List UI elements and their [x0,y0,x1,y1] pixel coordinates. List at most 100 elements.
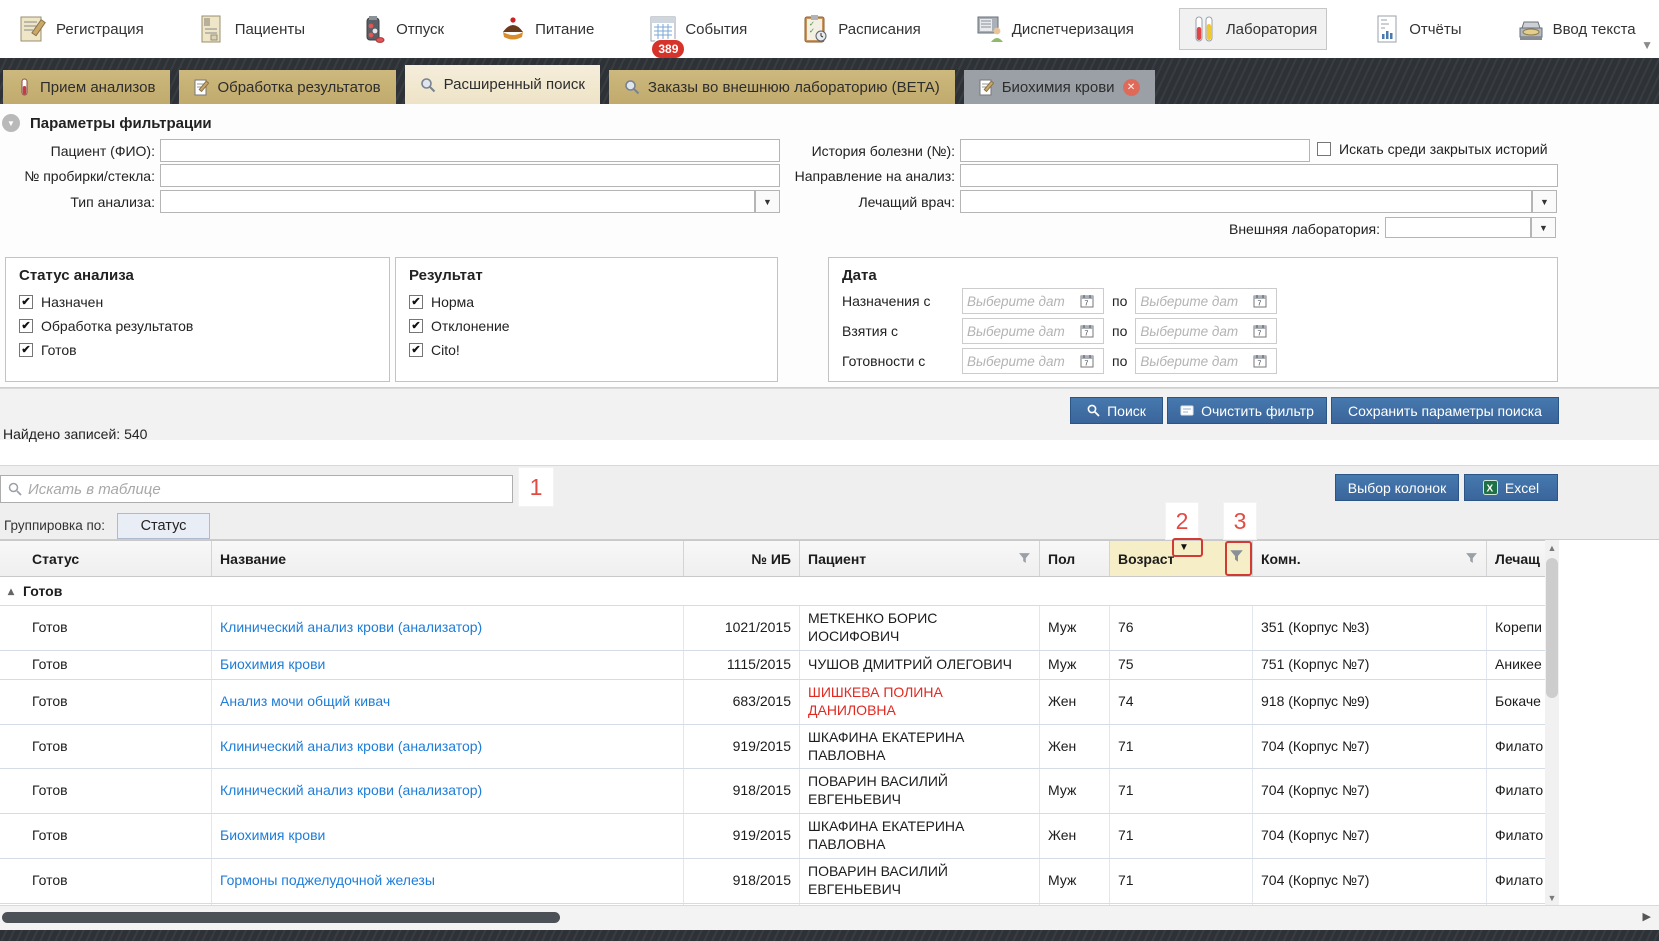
result-checkbox-cito[interactable]: ✔ Cito! [409,342,460,358]
analysis-link[interactable]: Клинический анализ крови (анализатор) [212,606,684,650]
toolbar-item-pharmacy[interactable]: Отпуск [350,9,453,49]
column-header-sex[interactable]: Пол [1040,541,1110,576]
column-header-patient[interactable]: Пациент [800,541,1040,576]
toolbar-item-reports[interactable]: Отчёты [1363,9,1470,49]
cell-age: 71 [1110,725,1253,769]
date-input[interactable] [967,324,1077,339]
clear-filter-button[interactable]: Очистить фильтр [1167,397,1327,424]
save-search-params-button[interactable]: Сохранить параметры поиска [1331,397,1559,424]
grouping-chip-status[interactable]: Статус [117,513,210,539]
table-row[interactable]: Готов Биохимия крови 1115/2015 ЧУШОВ ДМИ… [0,651,1545,680]
date-input[interactable] [967,354,1077,369]
column-header-ib[interactable]: № ИБ [684,541,800,576]
filter-funnel-icon[interactable] [1018,552,1031,565]
toolbar-item-laboratory[interactable]: Лаборатория [1179,8,1327,50]
table-row[interactable]: Готов Клинический анализ крови (анализат… [0,769,1545,814]
tab-result-processing[interactable]: Обработка результатов [179,70,395,104]
column-header-status[interactable]: Статус [24,541,212,576]
tab-blood-biochemistry[interactable]: Биохимия крови ✕ [964,70,1155,104]
status-checkbox-processing[interactable]: ✔ Обработка результатов [19,318,193,334]
attending-doctor-dropdown[interactable]: ▼ [1532,190,1557,213]
toolbar-item-schedules[interactable]: ✓✓ Расписания [792,9,929,49]
table-search-box[interactable] [0,475,513,503]
attending-doctor-label: Лечащий врач: [805,194,955,210]
filter-funnel-icon[interactable] [1465,552,1478,565]
table-row[interactable]: Готов Гормоны поджелудочной железы 918/2… [0,859,1545,904]
toolbar-item-food[interactable]: Питание [489,9,603,49]
toolbar-item-patients[interactable]: Пациенты [189,9,314,49]
referral-input[interactable] [960,164,1558,187]
toolbar-item-dispatch[interactable]: Диспетчеризация [966,9,1143,49]
date-taken-from[interactable]: 7 [962,318,1104,344]
analysis-type-dropdown[interactable]: ▼ [755,190,780,213]
tab-analysis-intake[interactable]: Прием анализов [3,70,170,104]
column-header-room[interactable]: Комн. [1253,541,1487,576]
tab-external-lab-orders[interactable]: Заказы во внешнюю лабораторию (BETA) [609,70,955,104]
column-header-doctor[interactable]: Лечащ [1487,541,1545,576]
date-groupbox: Дата Назначения с 7 по 7 Взятия с 7 [828,257,1558,382]
svg-text:✓: ✓ [809,28,815,35]
calendar-picker-icon[interactable]: 7 [1080,294,1094,308]
tab-advanced-search[interactable]: Расширенный поиск [405,65,600,104]
collapse-group-icon[interactable]: ▴ [8,584,14,598]
scroll-right-icon[interactable]: ▶ [1643,910,1651,923]
result-checkbox-norm[interactable]: ✔ Норма [409,294,474,310]
analysis-link[interactable]: Гормоны поджелудочной железы [212,859,684,903]
attending-doctor-input[interactable] [960,190,1532,213]
toolbar-item-text-entry[interactable]: Ввод текста [1507,9,1645,49]
date-input[interactable] [967,294,1077,309]
date-taken-to[interactable]: 7 [1135,318,1277,344]
external-lab-label: Внешняя лаборатория: [1160,221,1380,237]
case-history-input[interactable] [960,139,1310,162]
vertical-scrollbar[interactable]: ▲ ▼ [1545,540,1559,905]
column-header-name[interactable]: Название [212,541,684,576]
calendar-picker-icon[interactable]: 7 [1253,324,1267,338]
excel-export-button[interactable]: X Excel [1464,474,1558,501]
calendar-picker-icon[interactable]: 7 [1080,324,1094,338]
date-ready-to[interactable]: 7 [1135,348,1277,374]
external-lab-select[interactable] [1385,217,1531,238]
analysis-link[interactable]: Клинический анализ крови (анализатор) [212,769,684,813]
excel-button-label: Excel [1505,480,1539,496]
date-input[interactable] [1140,354,1250,369]
calendar-picker-icon[interactable]: 7 [1253,354,1267,368]
scroll-down-icon[interactable]: ▼ [1545,890,1559,905]
toolbar-overflow-icon[interactable]: ▼ [1641,38,1653,52]
choose-columns-button[interactable]: Выбор колонок [1335,474,1459,501]
date-assigned-to[interactable]: 7 [1135,288,1277,314]
horizontal-scrollbar[interactable]: ▶ [0,905,1659,930]
analysis-link[interactable]: Биохимия крови [212,651,684,679]
cell-doctor: Филато [1487,769,1545,813]
date-input[interactable] [1140,324,1250,339]
date-ready-from[interactable]: 7 [962,348,1104,374]
toolbar-item-events[interactable]: 389 События [639,9,756,49]
search-button[interactable]: Поиск [1070,397,1163,424]
toolbar-item-registration[interactable]: Регистрация [10,9,153,49]
calendar-picker-icon[interactable]: 7 [1253,294,1267,308]
table-row[interactable]: Готов Анализ мочи общий кивач 683/2015 Ш… [0,680,1545,725]
scroll-up-icon[interactable]: ▲ [1545,540,1559,555]
patient-name-input[interactable] [160,139,780,162]
table-search-input[interactable] [28,481,505,498]
calendar-picker-icon[interactable]: 7 [1080,354,1094,368]
group-row-ready[interactable]: ▴ Готов [0,577,1545,606]
analysis-link[interactable]: Биохимия крови [212,814,684,858]
analysis-link[interactable]: Анализ мочи общий кивач [212,680,684,724]
result-checkbox-deviation[interactable]: ✔ Отклонение [409,318,510,334]
date-input[interactable] [1140,294,1250,309]
vertical-scroll-thumb[interactable] [1546,558,1558,698]
close-icon[interactable]: ✕ [1123,79,1140,96]
tube-number-input[interactable] [160,164,780,187]
external-lab-dropdown[interactable]: ▼ [1531,217,1556,238]
closed-histories-checkbox[interactable]: Искать среди закрытых историй [1317,141,1548,157]
table-row[interactable]: Готов Клинический анализ крови (анализат… [0,725,1545,770]
horizontal-scroll-thumb[interactable] [2,912,560,923]
date-assigned-from[interactable]: 7 [962,288,1104,314]
table-row[interactable]: Готов Биохимия крови 919/2015 ШКАФИНА ЕК… [0,814,1545,859]
collapse-filters-icon[interactable]: ▼ [2,114,20,132]
status-checkbox-assigned[interactable]: ✔ Назначен [19,294,103,310]
analysis-link[interactable]: Клинический анализ крови (анализатор) [212,725,684,769]
status-checkbox-ready[interactable]: ✔ Готов [19,342,77,358]
table-row[interactable]: Готов Клинический анализ крови (анализат… [0,606,1545,651]
analysis-type-input[interactable] [160,190,755,213]
